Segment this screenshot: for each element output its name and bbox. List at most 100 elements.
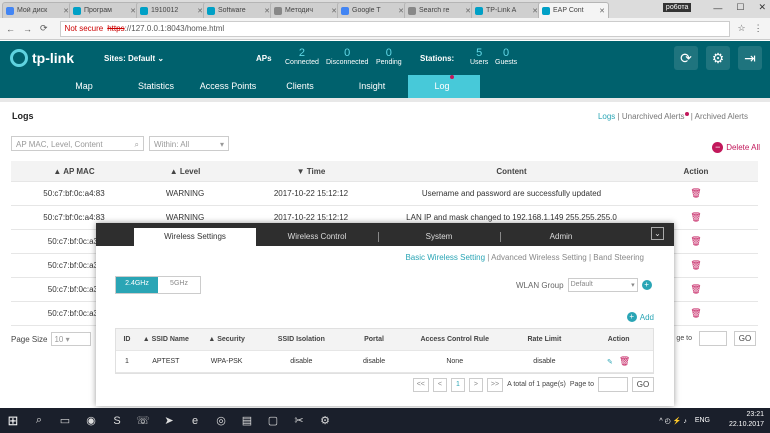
browser-tab[interactable]: Software ✕ — [203, 2, 274, 18]
tools-icon[interactable]: ✂ — [286, 408, 312, 433]
clock[interactable]: 23:21 22.10.2017 — [729, 410, 764, 430]
nav-statistics[interactable]: Statistics — [120, 75, 192, 98]
trash-icon[interactable]: 🗑 — [690, 308, 701, 318]
maximize-icon[interactable]: ☐ — [736, 2, 744, 13]
archived-alerts-link[interactable]: Archived Alerts — [695, 112, 748, 121]
url-field[interactable]: Not secure https ://127.0.0.1:8043/home.… — [59, 20, 730, 37]
viber-icon[interactable]: ☏ — [130, 408, 156, 433]
band-steering-link[interactable]: Band Steering — [593, 253, 644, 262]
tab-wireless-settings[interactable]: Wireless Settings — [134, 228, 256, 246]
tab-wireless-control[interactable]: Wireless Control — [256, 228, 378, 246]
favicon-icon — [341, 6, 349, 15]
add-group-icon[interactable]: + — [641, 280, 652, 290]
last-page-button[interactable]: >> — [486, 377, 504, 392]
browser-tab-title: Мой диск — [17, 7, 48, 14]
terminal-icon[interactable]: ▤ — [234, 408, 260, 433]
advanced-wireless-link[interactable]: Advanced Wireless Setting — [491, 253, 587, 262]
forward-icon[interactable]: → — [23, 24, 32, 34]
basic-wireless-link[interactable]: Basic Wireless Setting — [405, 253, 485, 262]
url-scheme: https — [107, 24, 125, 33]
files-icon[interactable]: ▢ — [260, 408, 286, 433]
cell-acl: None — [446, 358, 464, 365]
wlan-group-select[interactable]: Default ▾ — [567, 278, 638, 292]
page-number-input[interactable] — [699, 331, 727, 346]
nav-clients[interactable]: Clients — [264, 75, 336, 98]
page-size-select[interactable]: 10 ▾ — [51, 332, 92, 346]
settings-app-icon[interactable]: ⚙ — [312, 408, 338, 433]
trash-icon[interactable]: 🗑 — [690, 284, 701, 294]
edge-icon[interactable]: e — [182, 408, 208, 433]
unarchived-alerts-link[interactable]: Unarchived Alerts — [622, 112, 685, 121]
go-button[interactable]: GO — [632, 377, 654, 392]
trash-icon[interactable]: 🗑 — [690, 212, 701, 222]
telegram-icon[interactable]: ➤ — [156, 408, 182, 433]
back-icon[interactable]: ← — [6, 24, 15, 34]
user-badge[interactable]: ро6ота — [662, 3, 692, 12]
language-indicator[interactable]: ENG — [695, 417, 710, 425]
windows-start-icon[interactable]: ⊞ — [0, 408, 26, 433]
trash-icon[interactable]: 🗑 — [690, 236, 701, 246]
col-access-control-rule: Access Control Rule — [420, 336, 489, 343]
chrome-app-icon[interactable]: ◎ — [208, 408, 234, 433]
wlan-group-label: WLAN Group — [516, 280, 564, 290]
close-icon[interactable]: ✕ — [758, 2, 766, 13]
cell-content: Username and password are successfully u… — [421, 189, 602, 198]
browser-tab[interactable]: Search re ✕ — [404, 2, 475, 18]
browser-tab[interactable]: 1910012 ✕ — [136, 2, 207, 18]
minimize-icon[interactable]: — — [713, 3, 722, 13]
browser-tab[interactable]: Програм ✕ — [69, 2, 140, 18]
add-ssid-button[interactable]: + Add — [626, 312, 654, 322]
browser-tab-strip: Мой диск ✕ Програм ✕ 1910012 ✕ Software ✕ Методи… — [0, 0, 770, 18]
band-5ghz-button[interactable]: 5GHz — [158, 277, 200, 293]
page-number-input[interactable] — [598, 377, 628, 392]
trash-icon[interactable]: 🗑 — [619, 356, 630, 366]
nav-insight[interactable]: Insight — [336, 75, 408, 98]
col-security[interactable]: ▲ Security — [194, 336, 260, 343]
reload-icon[interactable]: ⟳ — [40, 23, 48, 34]
col-level[interactable]: ▲ Level — [137, 167, 233, 176]
col-ap-mac[interactable]: ▲ AP MAC — [11, 167, 137, 176]
browser-tab[interactable]: Google T ✕ — [337, 2, 408, 18]
address-bar-row: ← → ⟳ Not secure https ://127.0.0.1:8043… — [0, 18, 770, 40]
within-select[interactable]: Within: All ▾ — [149, 136, 229, 151]
collapse-icon[interactable]: ⌄ — [651, 227, 664, 240]
close-tab-icon[interactable]: ✕ — [599, 7, 605, 15]
nav-access-points[interactable]: Access Points — [192, 75, 264, 98]
skype-icon[interactable]: S — [104, 408, 130, 433]
trash-icon[interactable]: 🗑 — [690, 260, 701, 270]
page-1-button[interactable]: 1 — [450, 377, 465, 392]
logs-link[interactable]: Logs — [598, 112, 615, 121]
col-ssid-name[interactable]: ▲ SSID Name — [138, 336, 194, 343]
browser-tab[interactable]: Методич ✕ — [270, 2, 341, 18]
delete-all-button[interactable]: − Delete All — [712, 142, 760, 153]
star-icon[interactable]: ☆ — [738, 23, 746, 34]
not-secure-label: Not secure — [64, 24, 104, 33]
band-24ghz-button[interactable]: 2.4GHz — [116, 277, 158, 293]
next-page-button[interactable]: > — [468, 377, 483, 392]
cell-action: ✎ 🗑 — [584, 356, 653, 367]
chrome-icon[interactable]: ◉ — [78, 408, 104, 433]
nav-map[interactable]: Map — [48, 75, 120, 98]
tray-icons[interactable]: ^ ◴ ⚡ ♪ — [659, 417, 686, 425]
refresh-icon[interactable]: ⟳ — [674, 46, 698, 70]
logout-icon[interactable]: ⇥ — [738, 46, 762, 70]
first-page-button[interactable]: << — [412, 377, 429, 392]
menu-icon[interactable]: ⋮ — [754, 23, 763, 34]
go-button[interactable]: GO — [734, 331, 756, 346]
tab-system[interactable]: System — [378, 228, 500, 246]
col-time[interactable]: ▼ Time — [233, 167, 389, 176]
search-input[interactable]: AP MAC, Level, Content ⌕ — [11, 136, 144, 151]
browser-tab-title: 1910012 — [151, 7, 179, 14]
prev-page-button[interactable]: < — [432, 377, 447, 392]
edit-icon[interactable]: ✎ — [607, 359, 613, 366]
task-view-icon[interactable]: ▭ — [52, 408, 78, 433]
browser-tab[interactable]: EAP Cont ✕ — [538, 2, 609, 18]
gear-icon[interactable]: ⚙ — [706, 46, 730, 70]
browser-tab[interactable]: Мой диск ✕ — [2, 2, 73, 18]
trash-icon[interactable]: 🗑 — [690, 188, 701, 198]
tab-admin[interactable]: Admin — [500, 228, 622, 246]
sites-selector[interactable]: Sites: Default ⌄ — [104, 54, 164, 63]
browser-tab[interactable]: TP-Link A ✕ — [471, 2, 542, 18]
search-icon[interactable]: ⌕ — [26, 408, 52, 433]
nav-log[interactable]: Log — [408, 75, 480, 98]
